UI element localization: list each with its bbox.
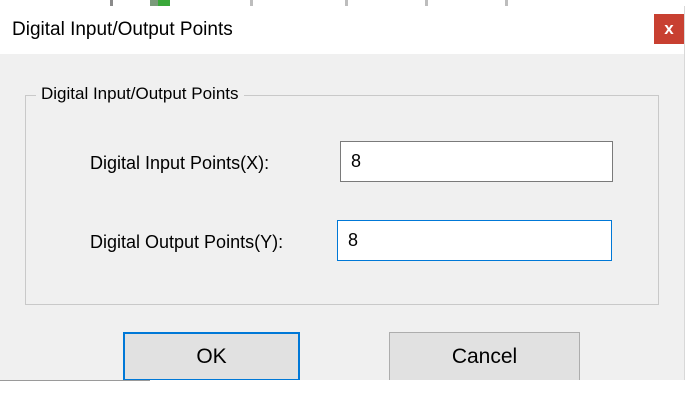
groupbox-legend: Digital Input/Output Points — [36, 84, 244, 104]
close-button[interactable]: x — [654, 14, 684, 44]
points-groupbox — [25, 95, 659, 305]
output-points-field[interactable] — [337, 220, 612, 261]
dialog-window: Digital Input/Output Points x Digital In… — [0, 6, 685, 381]
output-points-label: Digital Output Points(Y): — [90, 232, 284, 252]
background-app-area — [0, 380, 685, 411]
cancel-button[interactable]: Cancel — [389, 332, 580, 381]
ok-button[interactable]: OK — [123, 332, 300, 381]
dialog-titlebar[interactable]: Digital Input/Output Points x — [0, 6, 684, 54]
input-points-label: Digital Input Points(X): — [90, 153, 270, 173]
dialog-title: Digital Input/Output Points — [12, 19, 233, 40]
close-icon: x — [664, 19, 674, 38]
background-divider — [0, 380, 150, 381]
input-points-field[interactable] — [340, 141, 613, 182]
